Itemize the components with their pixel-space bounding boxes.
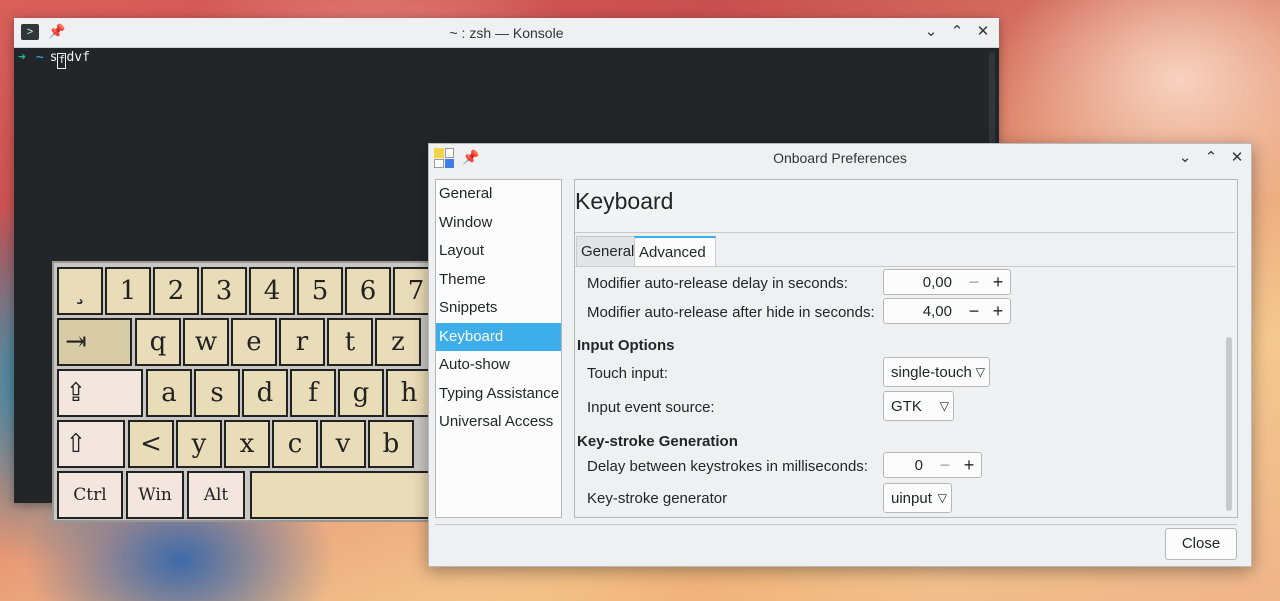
key-v[interactable]: v: [320, 420, 366, 468]
key-a[interactable]: a: [146, 369, 192, 417]
input-event-value: GTK: [891, 397, 922, 415]
key-5[interactable]: 5: [297, 267, 343, 315]
key-alt[interactable]: Alt: [187, 471, 245, 519]
decrement-icon[interactable]: −: [962, 272, 986, 293]
key-2[interactable]: 2: [153, 267, 199, 315]
increment-icon[interactable]: +: [957, 455, 981, 476]
sidebar-item-keyboard[interactable]: Keyboard: [436, 322, 561, 351]
maximize-icon[interactable]: ⌃: [1201, 148, 1221, 168]
input-event-combo[interactable]: GTK ▽: [883, 391, 954, 421]
keystroke-generator-combo[interactable]: uinput ▽: [883, 483, 952, 513]
key-1[interactable]: 1: [105, 267, 151, 315]
input-options-heading: Input Options: [577, 337, 675, 354]
sidebar-item-typing-assistance[interactable]: Typing Assistance: [436, 380, 561, 409]
chevron-down-icon: ▽: [939, 399, 949, 413]
close-icon[interactable]: ✕: [973, 22, 993, 42]
touch-input-combo[interactable]: single-touch ▽: [883, 357, 990, 387]
dialog-separator: [435, 524, 1237, 525]
sidebar-item-theme[interactable]: Theme: [436, 266, 561, 295]
chevron-down-icon: ▽: [937, 491, 947, 505]
command-text: s: [49, 50, 58, 65]
key-shift[interactable]: ⇧: [57, 420, 125, 468]
key-less-than[interactable]: <: [128, 420, 174, 468]
keystroke-delay-spinbox[interactable]: 0 − +: [883, 452, 982, 478]
key-cedilla[interactable]: ¸: [57, 267, 103, 315]
key-3[interactable]: 3: [201, 267, 247, 315]
page-title: Keyboard: [575, 188, 674, 214]
key-ctrl[interactable]: Ctrl: [57, 471, 123, 519]
onboard-keyboard: ¸ 1 2 3 4 5 6 7 ⇥ q w e r t z ⇪ a s d f …: [52, 261, 442, 522]
onboard-preferences-dialog: 📌 Onboard Preferences ⌄ ⌃ ✕ General Wind…: [428, 143, 1252, 567]
key-f[interactable]: f: [290, 369, 336, 417]
close-button[interactable]: Close: [1165, 528, 1237, 560]
close-icon[interactable]: ✕: [1227, 148, 1247, 168]
key-win[interactable]: Win: [126, 471, 184, 519]
keystroke-generator-label: Key-stroke generator: [587, 490, 728, 507]
key-t[interactable]: t: [327, 318, 373, 366]
touch-input-value: single-touch: [891, 363, 972, 381]
prefs-titlebar[interactable]: 📌 Onboard Preferences ⌄ ⌃ ✕: [429, 144, 1251, 172]
key-6[interactable]: 6: [345, 267, 391, 315]
sidebar-item-auto-show[interactable]: Auto-show: [436, 351, 561, 380]
key-z[interactable]: z: [375, 318, 421, 366]
key-h[interactable]: h: [386, 369, 432, 417]
key-r[interactable]: r: [279, 318, 325, 366]
prompt-dir: ~: [35, 50, 44, 65]
mod-hide-spinbox[interactable]: 4,00 − +: [883, 298, 1011, 324]
key-w[interactable]: w: [183, 318, 229, 366]
window-title: ~ : zsh — Konsole: [449, 25, 564, 41]
key-d[interactable]: d: [242, 369, 288, 417]
key-tab[interactable]: ⇥: [57, 318, 132, 366]
konsole-titlebar[interactable]: > 📌 ~ : zsh — Konsole ⌄ ⌃ ✕: [14, 18, 999, 48]
panel-scrollbar[interactable]: [1226, 337, 1232, 511]
key-x[interactable]: x: [224, 420, 270, 468]
keystroke-delay-label: Delay between keystrokes in milliseconds…: [587, 458, 868, 475]
maximize-icon[interactable]: ⌃: [947, 22, 967, 42]
keystroke-delay-value[interactable]: 0: [884, 457, 933, 474]
mod-delay-label: Modifier auto-release delay in seconds:: [587, 275, 848, 292]
heading-box: Keyboard: [575, 180, 1235, 233]
advanced-panel: Modifier auto-release delay in seconds: …: [575, 266, 1235, 516]
tab-general[interactable]: General: [576, 236, 642, 267]
decrement-icon[interactable]: −: [933, 455, 957, 476]
key-b[interactable]: b: [368, 420, 414, 468]
prefs-content: Keyboard General Advanced Modifier auto-…: [574, 179, 1238, 518]
sidebar-item-snippets[interactable]: Snippets: [436, 294, 561, 323]
touch-input-label: Touch input:: [587, 365, 668, 382]
tab-advanced[interactable]: Advanced: [634, 236, 716, 267]
dialog-title: Onboard Preferences: [773, 150, 907, 166]
sidebar-item-window[interactable]: Window: [436, 209, 561, 238]
chevron-down-icon: ▽: [975, 365, 985, 379]
key-e[interactable]: e: [231, 318, 277, 366]
increment-icon[interactable]: +: [986, 272, 1010, 293]
mod-hide-value[interactable]: 4,00: [884, 303, 962, 320]
sidebar-item-universal-access[interactable]: Universal Access: [436, 408, 561, 437]
minimize-icon[interactable]: ⌄: [1175, 148, 1195, 168]
minimize-icon[interactable]: ⌄: [921, 22, 941, 42]
key-g[interactable]: g: [338, 369, 384, 417]
mod-delay-spinbox[interactable]: 0,00 − +: [883, 269, 1011, 295]
key-s[interactable]: s: [194, 369, 240, 417]
decrement-icon[interactable]: −: [962, 301, 986, 322]
prompt-arrow-icon: ➜: [18, 50, 26, 65]
keystroke-generator-value: uinput: [891, 489, 932, 507]
key-4[interactable]: 4: [249, 267, 295, 315]
key-c[interactable]: c: [272, 420, 318, 468]
sidebar-item-general[interactable]: General: [436, 180, 561, 209]
key-q[interactable]: q: [135, 318, 181, 366]
mod-hide-label: Modifier auto-release after hide in seco…: [587, 304, 875, 321]
key-capslock[interactable]: ⇪: [57, 369, 143, 417]
prefs-sidebar: General Window Layout Theme Snippets Key…: [435, 179, 562, 518]
sidebar-item-layout[interactable]: Layout: [436, 237, 561, 266]
input-event-label: Input event source:: [587, 399, 715, 416]
keystroke-generation-heading: Key-stroke Generation: [577, 433, 738, 450]
mod-delay-value[interactable]: 0,00: [884, 274, 962, 291]
increment-icon[interactable]: +: [986, 301, 1010, 322]
key-space[interactable]: [250, 471, 440, 519]
key-y[interactable]: y: [176, 420, 222, 468]
command-text-rest: dvf: [66, 50, 90, 65]
